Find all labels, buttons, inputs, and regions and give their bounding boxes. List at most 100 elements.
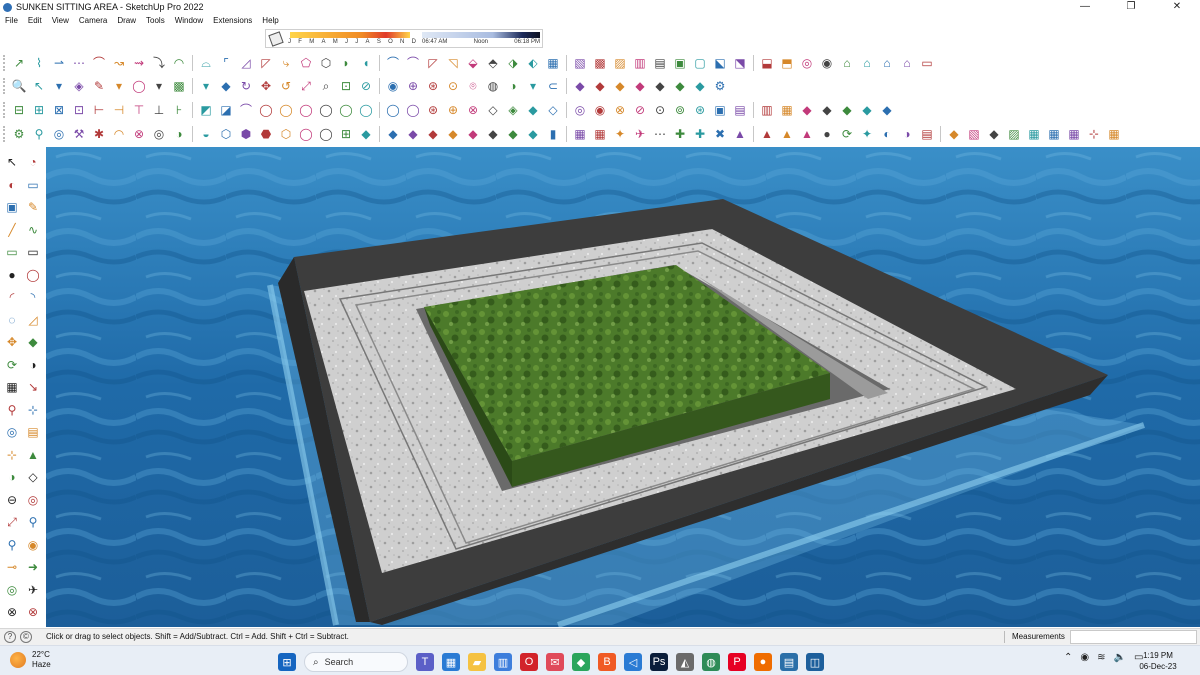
toolbar-tool-icon[interactable]: ▾	[524, 77, 542, 95]
toolbar-tool-icon[interactable]: ▥	[758, 101, 776, 119]
left-tool-icon[interactable]: ⤢	[3, 513, 21, 531]
toolbar-tool-icon[interactable]: ▲	[758, 125, 776, 143]
toolbar-tool-icon[interactable]: ▮	[544, 125, 562, 143]
menu-file[interactable]: File	[0, 16, 23, 25]
toolbar-tool-icon[interactable]: ⊛	[424, 101, 442, 119]
toolbar-tool-icon[interactable]: ◆	[671, 77, 689, 95]
toolbar-tool-icon[interactable]: ◆	[571, 77, 589, 95]
toolbar-tool-icon[interactable]: ⊦	[170, 101, 188, 119]
toolbar-tool-icon[interactable]: ◆	[798, 101, 816, 119]
toolbar-tool-icon[interactable]: ▦	[571, 125, 589, 143]
toolbar-tool-icon[interactable]: ⤵	[150, 54, 168, 72]
toolbar-tool-icon[interactable]: ⚙	[10, 125, 28, 143]
toolbar-tool-icon[interactable]: ◈	[70, 77, 88, 95]
show-hidden-icons-icon[interactable]: ⌃	[1064, 652, 1072, 663]
sketchup-icon[interactable]: ◫	[806, 653, 824, 671]
toolbar-tool-icon[interactable]: ◎	[150, 125, 168, 143]
left-tool-icon[interactable]: ⊗	[3, 603, 21, 621]
toolbar-tool-icon[interactable]: ◯	[404, 101, 422, 119]
left-tool-icon[interactable]: ⟳	[3, 356, 21, 374]
toolbar-tool-icon[interactable]: ⬡	[277, 125, 295, 143]
left-tool-icon[interactable]: ◎	[3, 581, 21, 599]
toolbar-tool-icon[interactable]: ✚	[671, 125, 689, 143]
left-tool-icon[interactable]: ⚲	[3, 536, 21, 554]
model-scene[interactable]	[46, 147, 1200, 627]
left-tool-icon[interactable]: ◔	[24, 153, 42, 171]
toolbar-tool-icon[interactable]: ◯	[297, 125, 315, 143]
toolbar-tool-icon[interactable]: ◯	[317, 125, 335, 143]
toolbar-tool-icon[interactable]: ◍	[484, 77, 502, 95]
left-tool-icon[interactable]: ◝	[24, 288, 42, 306]
vscode-icon[interactable]: ◁	[624, 653, 642, 671]
orange-app-icon[interactable]: ●	[754, 653, 772, 671]
toolbar-tool-icon[interactable]: ◆	[591, 77, 609, 95]
toolbar-tool-icon[interactable]: ⌒	[237, 101, 255, 119]
toolbar-tool-icon[interactable]: ◆	[404, 125, 422, 143]
toolbar-tool-icon[interactable]: ↺	[277, 77, 295, 95]
toolbar-tool-icon[interactable]: ▦	[544, 54, 562, 72]
toolbar-tool-icon[interactable]: ◸	[257, 54, 275, 72]
toolbar-tool-icon[interactable]: ▥	[631, 54, 649, 72]
left-tool-icon[interactable]: ◎	[24, 491, 42, 509]
toolbar-tool-icon[interactable]: ⬠	[297, 54, 315, 72]
toolbar-tool-icon[interactable]: ▨	[611, 54, 629, 72]
toolbar-tool-icon[interactable]: ⇀	[50, 54, 68, 72]
toolbar-tool-icon[interactable]: ⬣	[257, 125, 275, 143]
toolbar-tool-icon[interactable]: ▦	[1065, 125, 1083, 143]
date-slider[interactable]: JFMAMJJASOND	[288, 31, 416, 47]
toolbar-tool-icon[interactable]: ⌒	[90, 54, 108, 72]
pinterest-icon[interactable]: P	[728, 653, 746, 671]
left-tool-icon[interactable]: ◎	[3, 423, 21, 441]
left-tool-icon[interactable]: ▣	[3, 198, 21, 216]
toolbar-tool-icon[interactable]: ◉	[818, 54, 836, 72]
photoshop-icon[interactable]: Ps	[650, 653, 668, 671]
toolbar-tool-icon[interactable]: ◆	[424, 125, 442, 143]
minimize-button[interactable]: —	[1062, 0, 1108, 14]
toolbar-tool-icon[interactable]: ◪	[217, 101, 235, 119]
toolbar-tool-icon[interactable]: ✈	[631, 125, 649, 143]
toolbar-tool-icon[interactable]: ▢	[691, 54, 709, 72]
left-tool-icon[interactable]: ◜	[3, 288, 21, 306]
toolbar-tool-icon[interactable]: ◆	[524, 125, 542, 143]
weather-widget[interactable]: 22°C Haze	[10, 650, 51, 670]
menu-tools[interactable]: Tools	[141, 16, 170, 25]
toolbar-tool-icon[interactable]: ⊠	[50, 101, 68, 119]
toolbar-tool-icon[interactable]: ⊕	[444, 101, 462, 119]
left-tool-icon[interactable]: ⊗	[24, 603, 42, 621]
menu-window[interactable]: Window	[170, 16, 208, 25]
toolbar-tool-icon[interactable]: ⬗	[504, 54, 522, 72]
toolbar-tool-icon[interactable]: ◆	[858, 101, 876, 119]
wifi-icon[interactable]: ≋	[1097, 652, 1105, 663]
toolbar-tool-icon[interactable]: ⌇	[30, 54, 48, 72]
toolbar-tool-icon[interactable]: ◑	[898, 125, 916, 143]
toolbar-tool-icon[interactable]: ⬡	[217, 125, 235, 143]
toolbar-tool-icon[interactable]: ◸	[424, 54, 442, 72]
toolbar-tool-icon[interactable]: ✖	[711, 125, 729, 143]
toolbar-tool-icon[interactable]: ⬔	[731, 54, 749, 72]
toolbar-tool-icon[interactable]: ⊤	[130, 101, 148, 119]
left-tool-icon[interactable]: ⊸	[3, 558, 21, 576]
taskbar-search[interactable]: ⌕ Search	[304, 652, 408, 672]
geolocation-icon[interactable]: ?	[4, 631, 16, 643]
time-slider[interactable]: 06:47 AM Noon 06:18 PM	[422, 31, 540, 47]
toolbar-tool-icon[interactable]: ✦	[611, 125, 629, 143]
toolbar-tool-icon[interactable]: ⬒	[778, 54, 796, 72]
toolbar-grip[interactable]	[3, 102, 7, 118]
toolbar-tool-icon[interactable]: ⬡	[317, 54, 335, 72]
toolbar-tool-icon[interactable]: ▲	[778, 125, 796, 143]
toolbar-tool-icon[interactable]: ⊘	[357, 77, 375, 95]
maximize-button[interactable]: ❐	[1108, 0, 1154, 14]
left-tool-icon[interactable]: ◇	[24, 468, 42, 486]
toolbar-tool-icon[interactable]: ▣	[711, 101, 729, 119]
toolbar-tool-icon[interactable]: ◆	[524, 101, 542, 119]
menu-draw[interactable]: Draw	[112, 16, 141, 25]
toolbar-tool-icon[interactable]: ◆	[985, 125, 1003, 143]
toolbar-tool-icon[interactable]: ◎	[50, 125, 68, 143]
toolbar-tool-icon[interactable]: ◠	[110, 125, 128, 143]
toolbar-tool-icon[interactable]: ⊹	[1085, 125, 1103, 143]
toolbar-tool-icon[interactable]: ⊘	[631, 101, 649, 119]
toolbar-tool-icon[interactable]: ▩	[170, 77, 188, 95]
widgets-icon[interactable]: ▦	[442, 653, 460, 671]
toolbar-tool-icon[interactable]: ⊣	[110, 101, 128, 119]
start-icon[interactable]: ⊞	[278, 653, 296, 671]
